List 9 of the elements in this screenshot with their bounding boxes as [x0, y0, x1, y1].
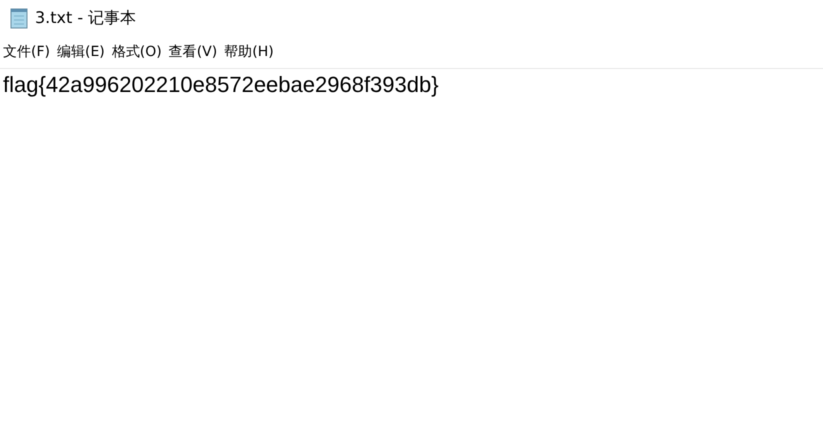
menu-item[interactable]: 文件(F) — [3, 41, 50, 63]
menu-item[interactable]: 查看(V) — [168, 41, 218, 63]
document-text: flag{42a996202210e8572eebae2968f393db} — [3, 72, 439, 97]
menu-item[interactable]: 编辑(E) — [56, 41, 105, 63]
menu-item[interactable]: 帮助(H) — [224, 41, 274, 63]
window-title: 3.txt - 记事本 — [35, 8, 136, 28]
menu-item[interactable]: 格式(O) — [112, 41, 162, 63]
text-area[interactable]: flag{42a996202210e8572eebae2968f393db} — [0, 69, 823, 444]
notepad-icon — [9, 7, 29, 29]
